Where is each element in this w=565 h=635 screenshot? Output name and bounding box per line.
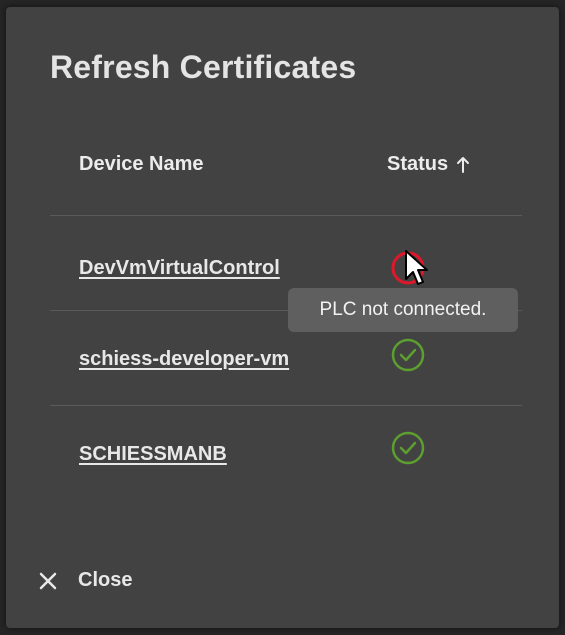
close-button[interactable]: Close [38,569,132,592]
dialog-title: Refresh Certificates [50,49,357,85]
table-header-row: Device Name Status [50,137,522,216]
check-circle-icon[interactable] [390,430,426,466]
close-icon [39,572,57,589]
column-header-status[interactable]: Status [387,153,470,176]
check-circle-icon[interactable] [390,337,426,373]
device-link-schiessmanb[interactable]: SCHIESSMANB [79,443,227,466]
device-link-devvmvirtualcontrol[interactable]: DevVmVirtualControl [79,257,280,280]
column-header-device-name[interactable]: Device Name [79,153,204,176]
status-tooltip: PLC not connected. [288,288,518,332]
device-link-schiess-developer-vm[interactable]: schiess-developer-vm [79,348,289,371]
arrow-up-icon [457,156,470,173]
close-button-label: Close [78,569,133,591]
mouse-pointer-icon [405,250,428,285]
column-header-status-label: Status [387,153,449,175]
table-row: SCHIESSMANB [50,406,522,500]
